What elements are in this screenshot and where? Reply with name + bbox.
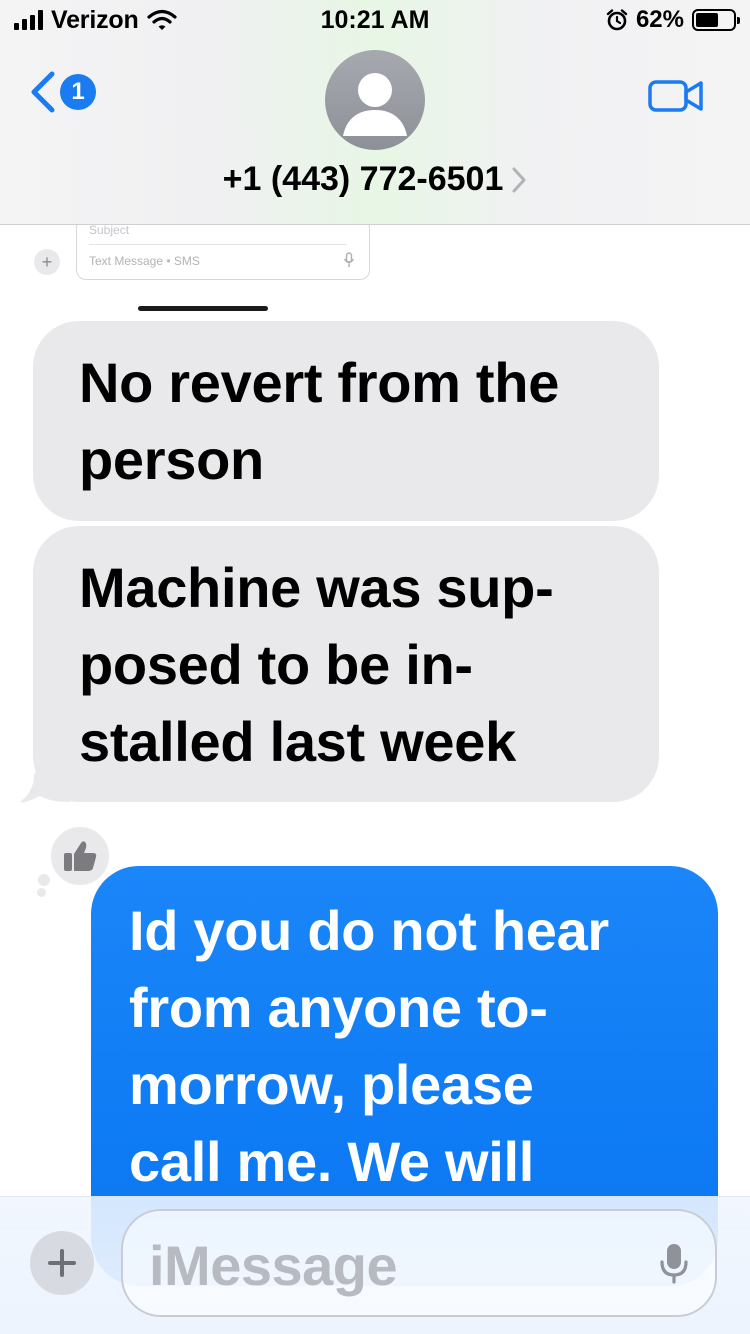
message-line: morrow, please bbox=[129, 1053, 534, 1116]
message-line: call me. We will bbox=[129, 1130, 535, 1193]
message-line: No revert from the bbox=[79, 351, 560, 414]
contact-name-button[interactable]: +1 (443) 772-6501 bbox=[0, 160, 750, 199]
back-chevron-icon bbox=[31, 71, 55, 113]
back-button[interactable]: 1 bbox=[28, 70, 96, 114]
old-microphone-icon bbox=[343, 252, 355, 267]
video-camera-icon bbox=[648, 80, 703, 112]
tapback-tail-dot bbox=[37, 888, 46, 897]
contact-number: +1 (443) 772-6501 bbox=[222, 160, 504, 198]
tapback-tail-dot bbox=[36, 872, 52, 888]
message-line: from anyone to- bbox=[129, 976, 548, 1039]
message-line: person bbox=[79, 428, 264, 491]
message-composer: iMessage bbox=[0, 1196, 750, 1334]
contact-avatar[interactable] bbox=[325, 50, 425, 150]
plus-icon bbox=[48, 1249, 76, 1277]
message-bubble-incoming[interactable]: No revert from the person bbox=[33, 321, 659, 521]
old-message-field: Subject Text Message • SMS bbox=[76, 218, 370, 280]
thumbs-up-icon bbox=[64, 841, 97, 871]
battery-percentage: 62% bbox=[635, 6, 684, 33]
message-input[interactable]: iMessage bbox=[121, 1209, 717, 1317]
embedded-sms-composer: + Subject Text Message • SMS bbox=[0, 218, 750, 286]
old-plus-icon: + bbox=[34, 249, 60, 275]
status-bar: Verizon 10:21 AM 62% bbox=[0, 0, 750, 40]
message-line: stalled last week bbox=[79, 710, 516, 773]
message-bubble-incoming[interactable]: Machine was sup- posed to be in- stalled… bbox=[33, 526, 659, 802]
message-line: Machine was sup- bbox=[79, 556, 554, 619]
chevron-right-icon bbox=[512, 167, 526, 192]
app-drawer-button[interactable] bbox=[30, 1231, 94, 1295]
message-line: posed to be in- bbox=[79, 633, 473, 696]
tapback-reaction[interactable] bbox=[48, 824, 112, 888]
microphone-icon[interactable] bbox=[659, 1241, 689, 1285]
message-input-placeholder: iMessage bbox=[149, 1234, 398, 1297]
message-line: Id you do not hear bbox=[129, 899, 609, 962]
battery-icon bbox=[692, 9, 740, 31]
avatar-silhouette-icon bbox=[343, 73, 407, 136]
facetime-video-button[interactable] bbox=[648, 78, 704, 119]
battery-level bbox=[696, 13, 719, 27]
old-subject-placeholder: Subject bbox=[89, 223, 130, 237]
alarm-icon bbox=[606, 9, 628, 31]
home-indicator bbox=[138, 306, 268, 311]
unread-badge: 1 bbox=[60, 74, 96, 110]
old-text-placeholder: Text Message • SMS bbox=[89, 254, 200, 268]
